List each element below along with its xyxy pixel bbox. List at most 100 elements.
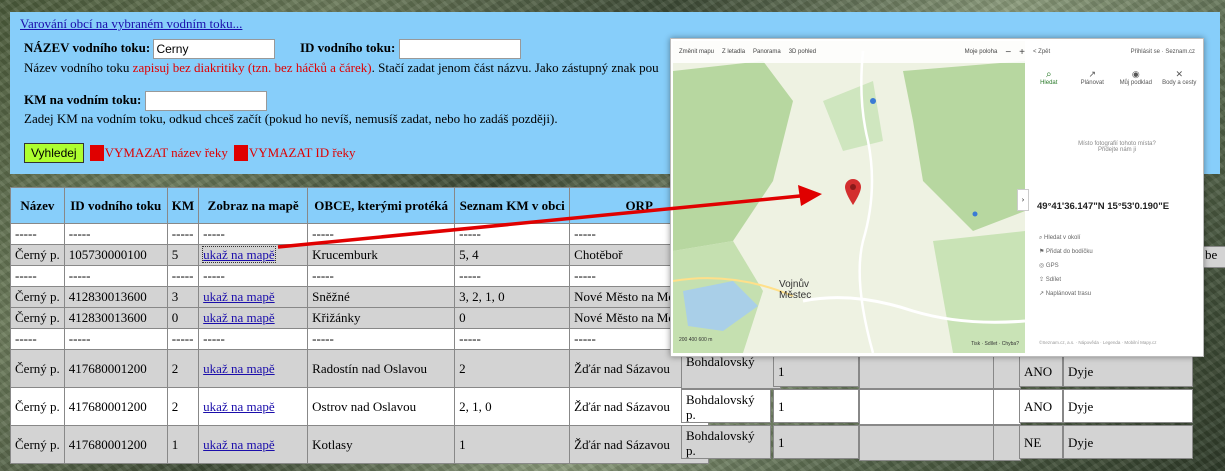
table-cell: Sněžné [307, 286, 456, 308]
km-input[interactable] [144, 91, 267, 111]
table-cell: ----- [198, 223, 309, 245]
map-bottom-tools[interactable]: Tisk · Sdílet · Chyba? [971, 341, 1019, 347]
show-on-map-link[interactable]: ukaž na mapě [203, 437, 274, 452]
count-cell: 1 [773, 355, 859, 387]
coordinates: 49°41'36.147"N 15°53'0.190"E [1037, 201, 1170, 212]
tab-search[interactable]: ⌕ Hledat [1029, 69, 1069, 86]
basin-cell: Dyje [1063, 355, 1193, 387]
map-tool[interactable]: 3D pohled [789, 49, 816, 55]
map-pin-icon[interactable] [845, 179, 861, 205]
table-cell: 3 [166, 286, 200, 308]
photo-note: Místo fotografií tohoto místa? Přidejte n… [1078, 141, 1156, 153]
table-cell: 1 [454, 425, 571, 464]
action-item[interactable]: ◎ GPS [1039, 259, 1093, 273]
table-cell: ----- [307, 223, 456, 245]
km-hint: Zadej KM na vodním toku, odkud chceš zač… [24, 111, 558, 126]
table-row: Černý p. 412830013600 3 ukaž na mapě Sněžné 3… [10, 286, 710, 308]
clear-id-label[interactable]: VYMAZAT ID řeky [249, 145, 356, 161]
route-icon: ↗ [1088, 69, 1097, 79]
table-cell: ----- [307, 328, 456, 350]
name-id-row: NÁZEV vodního toku: Cerny ID vodního tok… [24, 39, 521, 59]
back-link[interactable]: < Zpět [1033, 49, 1050, 55]
action-item[interactable]: ⚑ Přidat do bodíčku [1039, 245, 1093, 259]
table-cell: 1 [166, 425, 200, 464]
zoom-in-button[interactable]: + [1019, 47, 1025, 58]
empty-cell [859, 355, 995, 389]
warning-link[interactable]: Varování obcí na vybraném vodním toku... [20, 16, 242, 32]
tab-points[interactable]: ✕ Body a cesty [1159, 69, 1199, 86]
table-cell: ----- [454, 328, 571, 350]
table-cell: ----- [198, 265, 309, 287]
search-icon: ⌕ [1045, 69, 1052, 80]
hint-text-tail: . Stačí zadat jenom část názvu. Jako zás… [371, 60, 659, 75]
table-row: ----- ----- ----- ----- ----- ----- ----- [10, 328, 710, 350]
map-scale: 200 400 600 m [679, 337, 713, 343]
table-row: Černý p. 417680001200 2 ukaž na mapě Ostrov … [10, 387, 710, 426]
hint-text: Název vodního toku [24, 60, 133, 75]
zoom-out-button[interactable]: − [1005, 47, 1011, 58]
table-cell: ----- [166, 223, 200, 245]
clear-name-checkbox[interactable] [89, 145, 104, 161]
col-km: KM [166, 187, 200, 224]
table-cell: Radostín nad Oslavou [307, 349, 456, 388]
bohdalovsky-cell: Bohdalovský p. [681, 425, 771, 459]
sidebar-tabs: ⌕ Hledat ↗ Plánovat ◉ Můj podklad ✕ Body a c… [1027, 69, 1201, 86]
map-tool[interactable]: Změnit mapu [679, 49, 714, 55]
map-link-cell: ukaž na mapě [198, 307, 309, 329]
table-row: Černý p. 105730000100 5 ukaž na mapě Krucemb… [10, 244, 710, 266]
basin-cell: Dyje [1063, 389, 1193, 423]
my-location-button[interactable]: Moje poloha [965, 49, 998, 55]
empty-cell [993, 425, 1021, 461]
search-button[interactable]: Vyhledej [24, 143, 84, 163]
river-id-input[interactable] [398, 39, 521, 59]
map-link-cell: ukaž na mapě [198, 349, 309, 388]
table-row: Černý p. 417680001200 1 ukaž na mapě Kotlasy… [10, 425, 710, 464]
count-cell: 1 [773, 425, 859, 459]
tools-icon: ✕ [1175, 69, 1184, 79]
table-cell: Krucemburk [307, 244, 456, 266]
show-on-map-link[interactable]: ukaž na mapě [203, 310, 274, 325]
action-item[interactable]: ⌕ Hledat v okolí [1039, 231, 1093, 245]
table-header-row: Název ID vodního toku KM Zobraz na mapě … [10, 187, 710, 224]
table-cell: Černý p. [10, 349, 65, 388]
map-canvas[interactable]: Změnit mapu Z letadla Panorama 3D pohled… [673, 41, 1025, 353]
login-link[interactable]: Přihlásit se · Seznam.cz [1131, 49, 1195, 55]
table-cell: Černý p. [10, 286, 65, 308]
row1-tail: be [1202, 246, 1225, 268]
table-row: ----- ----- ----- ----- ----- ----- ----- [10, 265, 710, 287]
map-tool[interactable]: Panorama [753, 49, 781, 55]
map-tool[interactable]: Z letadla [722, 49, 745, 55]
empty-cell [993, 389, 1021, 425]
action-item[interactable]: ⇪ Sdílet [1039, 273, 1093, 287]
table-row: Černý p. 417680001200 2 ukaž na mapě Radostí… [10, 349, 710, 388]
empty-cell [859, 389, 995, 425]
table-cell: Ostrov nad Oslavou [307, 387, 456, 426]
place-actions: ⌕ Hledat v okolí ⚑ Přidat do bodíčku ◎ G… [1039, 231, 1093, 301]
table-cell: 2, 1, 0 [454, 387, 571, 426]
table-cell: Černý p. [10, 244, 65, 266]
tab-layer[interactable]: ◉ Můj podklad [1116, 69, 1156, 86]
count-cell: 1 [773, 389, 859, 423]
km-label: KM na vodním toku: [24, 91, 142, 107]
show-on-map-link[interactable]: ukaž na mapě [203, 289, 274, 304]
table-cell: ----- [10, 265, 65, 287]
table-cell: 3, 2, 1, 0 [454, 286, 571, 308]
table-cell: 2 [454, 349, 571, 388]
river-name-input[interactable]: Cerny [153, 39, 276, 59]
action-item[interactable]: ↗ Naplánovat trasu [1039, 287, 1093, 301]
col-name: Název [10, 187, 65, 224]
clear-name-label[interactable]: VYMAZAT název řeky [105, 145, 228, 161]
place-name: Vojnův Městec [779, 279, 812, 301]
clear-id-checkbox[interactable] [233, 145, 248, 161]
tab-plan[interactable]: ↗ Plánovat [1072, 69, 1112, 86]
show-on-map-link[interactable]: ukaž na mapě [203, 361, 274, 376]
table-row: ----- ----- ----- ----- ----- ----- ----- [10, 223, 710, 245]
action-row: Vyhledej VYMAZAT název řeky VYMAZAT ID ř… [24, 143, 355, 163]
map-footer: ©Seznam.cz, a.s. · Nápověda · Legenda · … [1039, 340, 1157, 345]
map-link-cell: ukaž na mapě [198, 286, 309, 308]
show-on-map-link[interactable]: ukaž na mapě [202, 246, 276, 263]
layer-icon: ◉ [1131, 69, 1140, 79]
collapse-sidebar-icon[interactable]: › [1017, 189, 1029, 211]
table-cell: ----- [63, 265, 168, 287]
show-on-map-link[interactable]: ukaž na mapě [203, 399, 274, 414]
